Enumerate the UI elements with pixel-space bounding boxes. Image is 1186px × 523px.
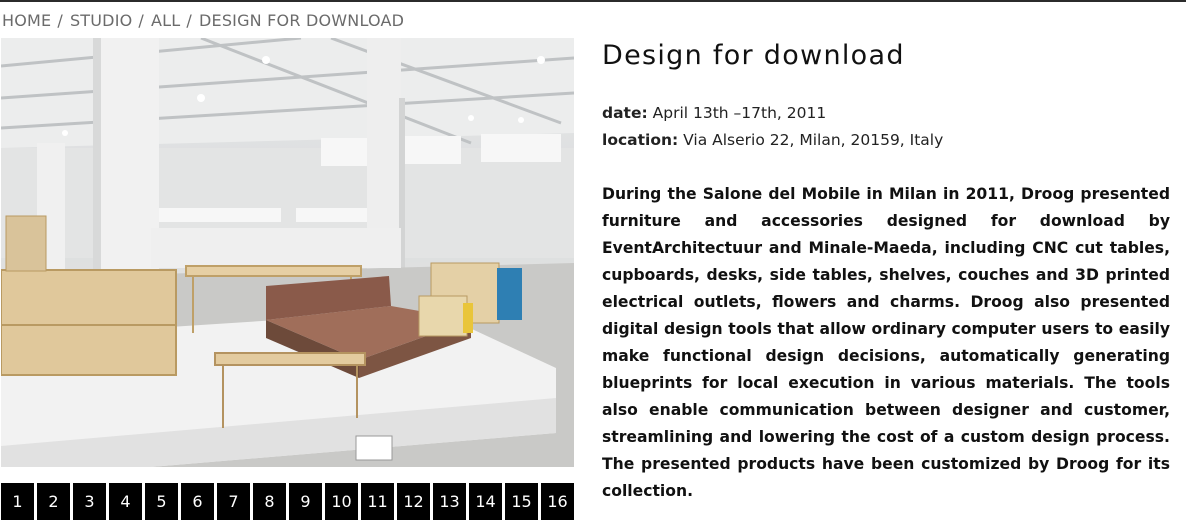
breadcrumb-all-link[interactable]: ALL bbox=[151, 11, 180, 30]
page-button-6[interactable]: 6 bbox=[181, 483, 214, 520]
breadcrumb-studio-link[interactable]: STUDIO bbox=[70, 11, 132, 30]
breadcrumb-separator: / bbox=[138, 11, 145, 30]
page-button-15[interactable]: 15 bbox=[505, 483, 538, 520]
page-button-10[interactable]: 10 bbox=[325, 483, 358, 520]
date-value: April 13th –17th, 2011 bbox=[652, 104, 827, 122]
page-button-11[interactable]: 11 bbox=[361, 483, 394, 520]
page-button-12[interactable]: 12 bbox=[397, 483, 430, 520]
page-button-7[interactable]: 7 bbox=[217, 483, 250, 520]
exhibition-photo bbox=[1, 38, 574, 467]
event-location: location: Via Alserio 22, Milan, 20159, … bbox=[602, 131, 943, 149]
page-button-1[interactable]: 1 bbox=[1, 483, 34, 520]
page-button-16[interactable]: 16 bbox=[541, 483, 574, 520]
breadcrumb: HOME / STUDIO / ALL / DESIGN FOR DOWNLOAD bbox=[2, 11, 404, 30]
article-description: During the Salone del Mobile in Milan in… bbox=[602, 185, 1170, 500]
page-button-2[interactable]: 2 bbox=[37, 483, 70, 520]
page-button-9[interactable]: 9 bbox=[289, 483, 322, 520]
breadcrumb-separator: / bbox=[186, 11, 192, 30]
page-button-3[interactable]: 3 bbox=[73, 483, 106, 520]
page-button-13[interactable]: 13 bbox=[433, 483, 466, 520]
location-label: location: bbox=[602, 131, 679, 149]
page-title: Design for download bbox=[602, 40, 905, 71]
event-date: date: April 13th –17th, 2011 bbox=[602, 104, 826, 122]
breadcrumb-separator: / bbox=[57, 11, 63, 30]
gallery-image[interactable] bbox=[1, 38, 574, 467]
page-button-8[interactable]: 8 bbox=[253, 483, 286, 520]
breadcrumb-home-link[interactable]: HOME bbox=[2, 11, 51, 30]
breadcrumb-current: DESIGN FOR DOWNLOAD bbox=[198, 11, 405, 30]
top-rule bbox=[0, 0, 1186, 2]
page-button-4[interactable]: 4 bbox=[109, 483, 142, 520]
location-value: Via Alserio 22, Milan, 20159, Italy bbox=[683, 131, 944, 149]
page-button-14[interactable]: 14 bbox=[469, 483, 502, 520]
gallery-pager: 1 2 3 4 5 6 7 8 9 10 11 12 13 14 15 16 bbox=[1, 483, 574, 520]
page-button-5[interactable]: 5 bbox=[145, 483, 178, 520]
date-label: date: bbox=[602, 104, 648, 122]
